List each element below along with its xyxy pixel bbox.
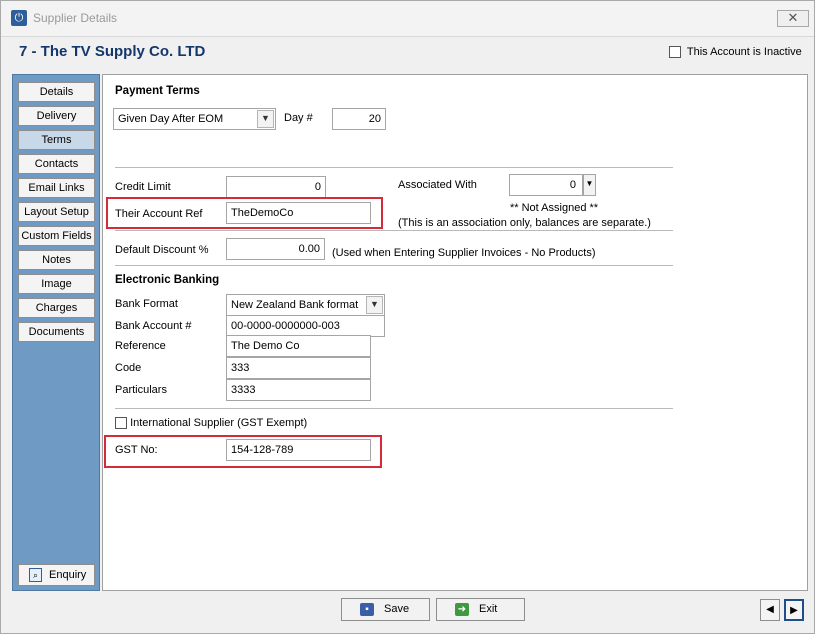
sidebar-item-details[interactable]: Details [18,82,95,102]
bank-format-label: Bank Format [115,298,178,310]
associated-with-label: Associated With [398,179,477,191]
save-button[interactable]: ▪ Save [341,598,430,621]
day-field[interactable]: 20 [332,108,386,130]
inactive-label: This Account is Inactive [686,46,802,58]
chevron-down-icon[interactable]: ▼ [583,174,596,196]
day-label: Day # [284,112,313,124]
electronic-banking-title: Electronic Banking [115,274,220,286]
default-discount-note: (Used when Entering Supplier Invoices - … [332,247,596,259]
divider [115,265,673,266]
inactive-checkbox-row[interactable]: This Account is Inactive [669,46,802,59]
inactive-checkbox[interactable] [669,46,681,59]
sidebar-item-layout-setup[interactable]: Layout Setup [18,202,95,222]
their-account-ref-label: Their Account Ref [115,208,203,220]
reference-label: Reference [115,340,166,352]
floppy-disk-icon: ▪ [360,603,374,616]
bank-format-value: New Zealand Bank format [231,299,359,311]
save-label: Save [384,603,410,615]
window-title: Supplier Details [33,11,118,25]
gst-no-label: GST No: [115,444,158,456]
international-supplier-checkbox[interactable] [115,417,127,430]
default-discount-field[interactable]: 0.00 [226,238,325,260]
payment-terms-value: Given Day After EOM [118,113,224,125]
divider [115,167,673,168]
sidebar-item-terms[interactable]: Terms [18,130,95,150]
supplier-details-window: ⏻ Supplier Details ✕ 7 - The TV Supply C… [0,0,815,634]
next-record-button[interactable]: ▶ [784,599,804,621]
chevron-down-icon[interactable]: ▼ [366,296,383,314]
payment-terms-title: Payment Terms [115,85,200,97]
page-title: 7 - The TV Supply Co. LTD [19,43,206,60]
sidebar: Details Delivery Terms Contacts Email Li… [12,74,100,591]
associated-with-field[interactable]: 0 [509,174,583,196]
exit-door-icon: ➜ [455,603,469,616]
left-arrow-icon: ◀ [766,604,774,615]
sidebar-item-image[interactable]: Image [18,274,95,294]
payment-terms-select[interactable]: Given Day After EOM ▼ [113,108,276,130]
not-assigned-text: ** Not Assigned ** [510,202,599,214]
credit-limit-field[interactable]: 0 [226,176,326,198]
exit-label: Exit [479,603,498,615]
close-button[interactable]: ✕ [777,10,809,27]
particulars-label: Particulars [115,384,167,396]
their-account-ref-field[interactable]: TheDemoCo [226,202,371,224]
sidebar-item-email-links[interactable]: Email Links [18,178,95,198]
divider [115,408,673,409]
enquiry-label: Enquiry [49,569,87,581]
right-arrow-icon: ▶ [790,605,798,616]
credit-limit-label: Credit Limit [115,181,171,193]
page-header: 7 - The TV Supply Co. LTD This Account i… [1,37,814,69]
terms-panel: Payment Terms Given Day After EOM ▼ Day … [102,74,808,591]
bank-account-label: Bank Account # [115,320,192,332]
bank-format-select[interactable]: New Zealand Bank format ▼ [226,294,385,316]
gst-no-field[interactable]: 154-128-789 [226,439,371,461]
international-supplier-row[interactable]: International Supplier (GST Exempt) [115,417,308,430]
sidebar-item-delivery[interactable]: Delivery [18,106,95,126]
enquiry-button[interactable]: ⌕ Enquiry [18,564,95,586]
magnifier-icon: ⌕ [29,568,42,582]
default-discount-label: Default Discount % [115,244,209,256]
previous-record-button[interactable]: ◀ [760,599,780,621]
bank-account-field[interactable]: 00-0000-0000000-003 [226,315,385,337]
sidebar-item-custom-fields[interactable]: Custom Fields [18,226,95,246]
code-field[interactable]: 333 [226,357,371,379]
sidebar-item-documents[interactable]: Documents [18,322,95,342]
power-icon: ⏻ [11,10,27,26]
association-note: (This is an association only, balances a… [398,217,651,229]
divider [115,230,673,231]
reference-field[interactable]: The Demo Co [226,335,371,357]
code-label: Code [115,362,142,374]
sidebar-item-contacts[interactable]: Contacts [18,154,95,174]
exit-button[interactable]: ➜ Exit [436,598,525,621]
sidebar-item-charges[interactable]: Charges [18,298,95,318]
particulars-field[interactable]: 3333 [226,379,371,401]
title-bar: ⏻ Supplier Details ✕ [1,1,814,37]
chevron-down-icon[interactable]: ▼ [257,110,274,128]
international-supplier-label: International Supplier (GST Exempt) [130,417,308,429]
sidebar-item-notes[interactable]: Notes [18,250,95,270]
